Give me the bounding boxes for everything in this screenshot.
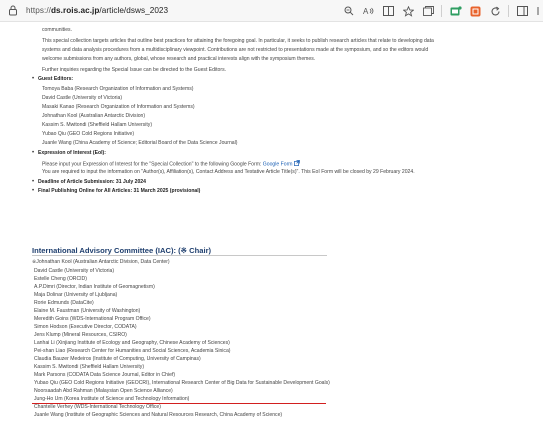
intro-paragraph-line: This special collection targets articles…: [42, 38, 434, 44]
intro-line: communities.: [42, 27, 73, 33]
guest-editor: Tomoya Baba (Research Organization of In…: [42, 86, 194, 92]
iac-member: Noorsaadah Abd Rahman (Malaysian Open Sc…: [34, 388, 173, 394]
eoi-heading: Expression of Interest (EoI):: [38, 150, 106, 156]
favorite-icon[interactable]: [399, 3, 418, 19]
guest-editor: Yubao Qiu (GEO Cold Regions Initiative): [42, 131, 135, 137]
iac-member: Rorie Edmunds (DataCite): [34, 300, 94, 306]
bullet: •: [32, 76, 35, 82]
iac-member: Simon Hodson (Executive Director, CODATA…: [34, 324, 137, 330]
iac-member-highlighted: Jung-Ho Um (Korea Institute of Science a…: [34, 396, 190, 402]
toolbar-divider: [508, 5, 509, 17]
iac-member: Yubao Qiu (GEO Cold Regions Initiative (…: [34, 380, 330, 386]
url-host: ds.rois.ac.jp: [50, 6, 100, 15]
guest-editor: Johnathan Kool (Australian Antarctic Div…: [42, 113, 146, 119]
guest-editor: David Castle (University of Victoria): [42, 95, 123, 101]
highlight-underline: [32, 403, 326, 404]
submission-deadline: Deadline of Article Submission: 31 July …: [38, 179, 146, 185]
publishing-deadline: Final Publishing Online for All Articles…: [38, 188, 201, 194]
svg-text:A: A: [363, 7, 369, 16]
iac-member: Elaine M. Faustman (University of Washin…: [34, 308, 141, 314]
google-form-link[interactable]: Google Form: [263, 162, 293, 168]
guest-editor: Juanle Wang (China Academy of Science; E…: [42, 140, 238, 146]
more-icon[interactable]: [533, 3, 543, 19]
intro-paragraph-line: welcome submissions from any authors, gl…: [42, 56, 316, 62]
lock-icon[interactable]: [6, 4, 20, 18]
iac-member: Juanle Wang (Institute of Geographic Sci…: [34, 412, 283, 418]
inquiry-note: Further inquiries regarding the Special …: [42, 67, 227, 73]
iac-member: ※Johnathan Kool (Australian Antarctic Di…: [32, 259, 170, 265]
external-link-icon[interactable]: [294, 160, 300, 166]
browser-toolbar: https://ds.rois.ac.jp/article/dsws_2023 …: [0, 0, 543, 22]
eoi-instruction: Please input your Expression of Interest…: [42, 160, 300, 169]
heading-divider: [32, 255, 327, 256]
iac-member: Pei-shan Liao (Research Center for Human…: [34, 348, 231, 354]
guest-editor: Masaki Kanao (Research Organization of I…: [42, 104, 195, 110]
iac-member: David Castle (University of Victoria): [34, 268, 115, 274]
extension-icon[interactable]: [446, 3, 465, 19]
collections-icon[interactable]: [419, 3, 438, 19]
toolbar-divider: [441, 5, 442, 17]
url-path: /article/dsws_2023: [99, 6, 169, 15]
address-bar[interactable]: https://ds.rois.ac.jp/article/dsws_2023: [26, 6, 168, 15]
iac-member: Kassim S. Mwitondi (Sheffield Hallam Uni…: [34, 364, 145, 370]
eoi-requirement: You are required to input the informatio…: [42, 169, 415, 175]
iac-member: Meredith Goins (WDS-International Progra…: [34, 316, 151, 322]
split-screen-icon[interactable]: [379, 3, 398, 19]
iac-member: Mark Parsons (CODATA Data Science Journa…: [34, 372, 176, 378]
iac-heading: International Advisory Committee (IAC): …: [32, 246, 212, 255]
iac-member: A.P.Dimri (Director, Indian Institute of…: [34, 284, 155, 290]
eoi-instruction-text: Please input your Expression of Interest…: [42, 161, 262, 168]
sidebar-icon[interactable]: [513, 3, 532, 19]
article-content: communities. This special collection tar…: [0, 22, 543, 428]
bullet: •: [32, 188, 35, 194]
iac-member: Lanhai Li (Xinjiang Institute of Ecology…: [34, 340, 230, 346]
guest-editors-heading: Guest Editors:: [38, 76, 74, 82]
iac-member: Maja Dolinar (University of Ljubljana): [34, 292, 118, 298]
iac-member: Jens Klump (Mineral Resources, CSIRO): [34, 332, 127, 338]
office-icon[interactable]: [466, 3, 485, 19]
refresh-icon[interactable]: [486, 3, 505, 19]
iac-member: Estelle Cheng (ORCID): [34, 276, 87, 282]
iac-member: Chantelle Verhey (WDS-International Tech…: [34, 404, 161, 410]
read-aloud-icon[interactable]: A: [359, 3, 378, 19]
url-scheme: https://: [26, 6, 51, 15]
zoom-icon[interactable]: [339, 3, 358, 19]
bullet: •: [32, 179, 35, 185]
guest-editor: Kassim S. Mwitondi (Sheffield Hallam Uni…: [42, 122, 153, 128]
bullet: •: [32, 150, 35, 156]
intro-paragraph-line: systems and data analysis procedures fro…: [42, 47, 429, 53]
iac-member: Claudia Bauzer Medeiros (Institute of Co…: [34, 356, 201, 362]
